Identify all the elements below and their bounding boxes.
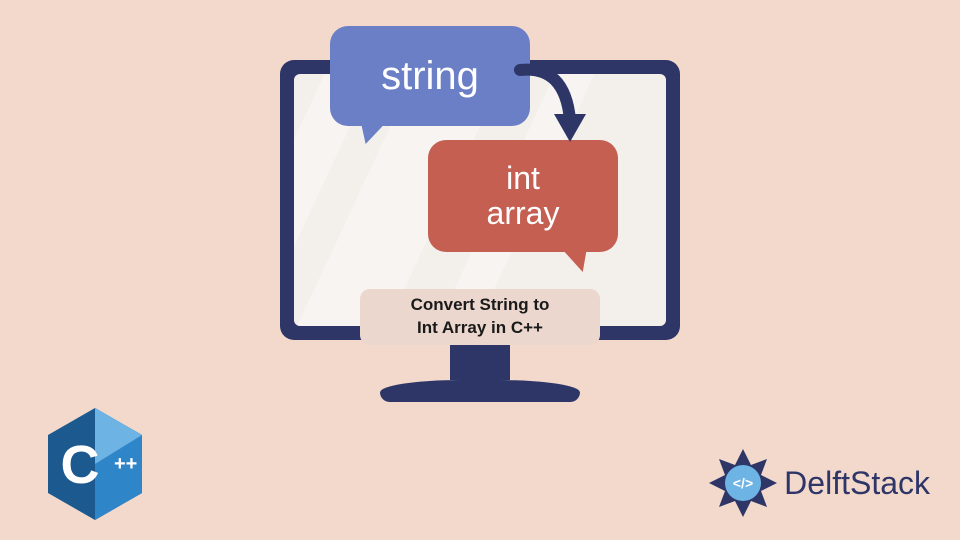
monitor-stand-neck xyxy=(450,340,510,380)
cpp-logo-plus: ++ xyxy=(114,453,137,475)
bubble-int-label: intarray xyxy=(487,161,560,231)
svg-text:</>: </> xyxy=(733,475,753,491)
delftstack-brand-text: DelftStack xyxy=(784,465,930,502)
delftstack-logo: </> DelftStack xyxy=(706,446,930,520)
delftstack-emblem-icon: </> xyxy=(706,446,780,520)
cpp-logo-c: C xyxy=(61,435,100,495)
caption-text: Convert String toInt Array in C++ xyxy=(411,294,550,340)
speech-bubble-string: string xyxy=(330,26,530,126)
monitor-stand-base xyxy=(380,380,580,402)
cpp-logo-icon: C ++ xyxy=(40,404,150,524)
bubble-string-label: string xyxy=(381,54,479,99)
arrow-icon xyxy=(510,60,610,160)
caption-box: Convert String toInt Array in C++ xyxy=(360,289,600,345)
